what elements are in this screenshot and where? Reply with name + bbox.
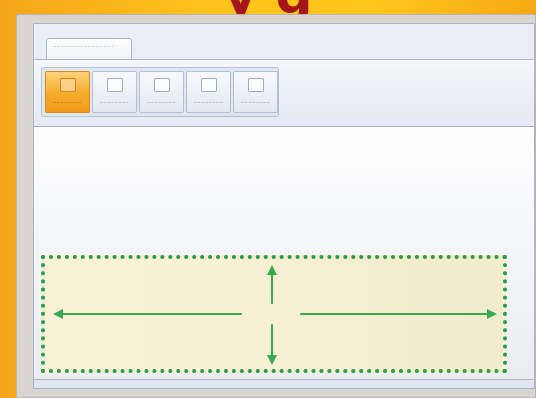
four-way-resize-arrows-icon <box>53 265 497 365</box>
placeholder-square-icon <box>107 78 123 92</box>
placeholder-square-icon <box>201 78 217 92</box>
ribbon-tab[interactable]: ~~~~~~~~~~~~~~~~ <box>46 38 132 60</box>
document-area[interactable] <box>34 127 534 380</box>
resizable-region[interactable] <box>41 255 507 373</box>
app-frame: ~~~~~~~~~~~~~~~~ ~~~~~~~~ ~~~~~~~~ ~~~~~… <box>33 23 535 389</box>
ribbon-button-label: ~~~~~~~~ <box>193 100 224 105</box>
ribbon-button-4[interactable]: ~~~~~~~~ <box>186 71 231 113</box>
placeholder-square-icon <box>248 78 264 92</box>
ribbon-button-5[interactable]: ~~~~~~~~ <box>233 71 278 113</box>
ribbon-group: ~~~~~~~~ ~~~~~~~~ ~~~~~~~~ ~~~~~~~~ ~~~~ <box>41 67 279 117</box>
ribbon-panel: ~~~~~~~~ ~~~~~~~~ ~~~~~~~~ ~~~~~~~~ ~~~~ <box>34 59 534 127</box>
arrow-left-head <box>53 309 63 319</box>
placeholder-square-icon <box>154 78 170 92</box>
arrow-up-head <box>267 265 277 275</box>
app-window: ~~~~~~~~~~~~~~~~ ~~~~~~~~ ~~~~~~~~ ~~~~~… <box>16 14 536 398</box>
ribbon-tab-label: ~~~~~~~~~~~~~~~~ <box>53 44 115 49</box>
ribbon-button-label: ~~~~~~~~ <box>99 100 130 105</box>
ribbon-button-label: ~~~~~~~~ <box>52 100 83 105</box>
arrow-right-head <box>487 309 497 319</box>
ribbon-button-label: ~~~~~~~~ <box>240 100 271 105</box>
ribbon-button-1[interactable]: ~~~~~~~~ <box>45 71 90 113</box>
ribbon-button-2[interactable]: ~~~~~~~~ <box>92 71 137 113</box>
ribbon-button-label: ~~~~~~~~ <box>146 100 177 105</box>
arrow-down-head <box>267 355 277 365</box>
ribbon-button-3[interactable]: ~~~~~~~~ <box>139 71 184 113</box>
placeholder-square-icon <box>60 78 76 92</box>
